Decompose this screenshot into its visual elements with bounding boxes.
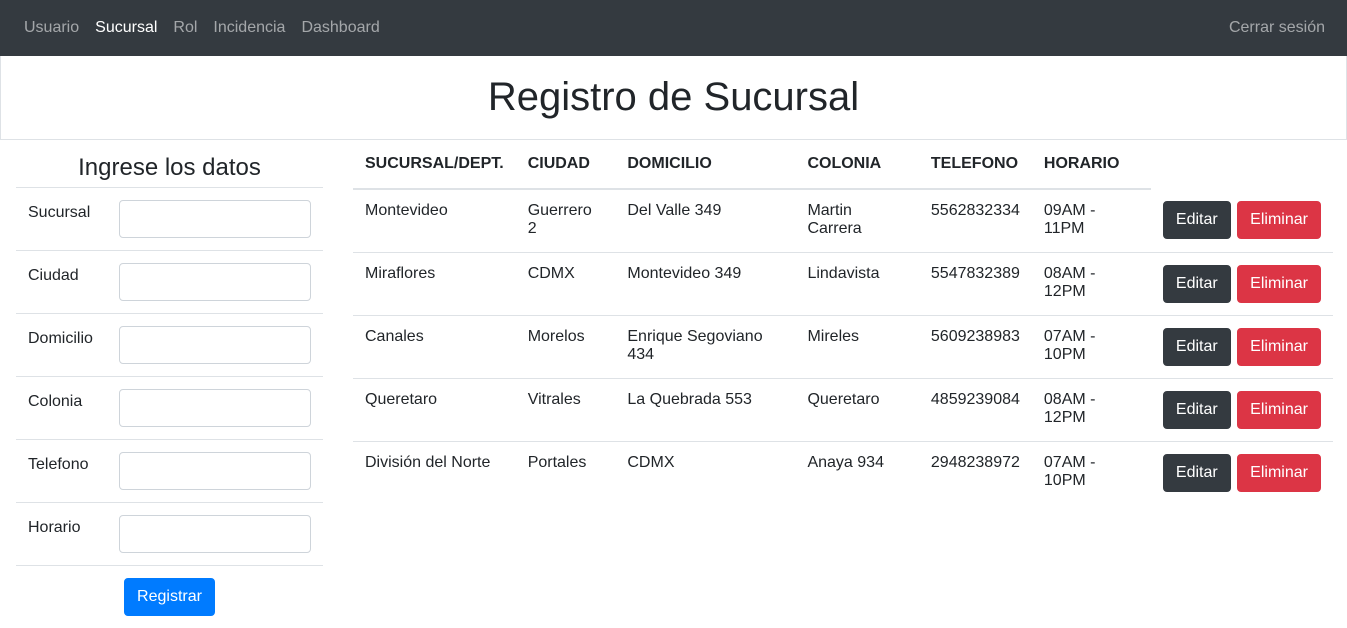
table-header-row: SUCURSAL/DEPT. CIUDAD DOMICILIO COLONIA … xyxy=(353,140,1333,190)
cell-domicilio: Enrique Segoviano 434 xyxy=(615,315,796,379)
sucursal-input[interactable] xyxy=(119,200,311,238)
cell-horario: 09AM - 11PM xyxy=(1031,189,1151,253)
cell-actions: Editar Eliminar xyxy=(1150,378,1333,442)
cell-ciudad: CDMX xyxy=(515,252,616,316)
cell-telefono: 5547832389 xyxy=(918,252,1032,316)
cell-sucursal: Canales xyxy=(353,315,516,379)
col-header-telefono: TELEFONO xyxy=(918,140,1032,190)
nav-link-incidencia[interactable]: Incidencia xyxy=(213,19,285,37)
cell-telefono: 2948238972 xyxy=(930,453,1020,471)
cell-colonia: Mireles xyxy=(795,315,919,379)
colonia-label: Colonia xyxy=(28,393,83,410)
main-content: Ingrese los datos Sucursal Ciudad Domici… xyxy=(0,140,1347,616)
cell-telefono: 5562832334 xyxy=(918,189,1032,253)
cell-horario: 07AM - 10PM xyxy=(1031,315,1151,379)
cell-domicilio: Del Valle 349 xyxy=(615,189,796,253)
nav-link-dashboard[interactable]: Dashboard xyxy=(301,19,379,37)
cell-domicilio: CDMX xyxy=(627,453,675,471)
table-row: División del Norte Portales CDMX Anaya 9… xyxy=(353,441,1333,504)
table-row: Montevideo Guerrero 2 Del Valle 349 Mart… xyxy=(353,189,1333,253)
edit-button[interactable]: Editar xyxy=(1162,201,1231,239)
form-row-domicilio: Domicilio xyxy=(16,314,323,377)
delete-button[interactable]: Eliminar xyxy=(1237,264,1321,303)
page-title: Registro de Sucursal xyxy=(487,75,860,119)
cell-colonia: Anaya 934 xyxy=(807,453,884,471)
table-row: Miraflores CDMX Montevideo 349 Lindavist… xyxy=(353,252,1333,316)
horario-label: Horario xyxy=(28,519,81,536)
col-header-actions xyxy=(1151,140,1333,189)
form-row-ciudad: Ciudad xyxy=(16,251,323,314)
cell-ciudad: Portales xyxy=(527,453,587,471)
telefono-label: Telefono xyxy=(28,456,89,473)
col-header-ciudad: CIUDAD xyxy=(515,140,616,190)
cell-sucursal: Montevideo xyxy=(353,189,516,253)
ciudad-label: Ciudad xyxy=(28,267,79,284)
edit-button[interactable]: Editar xyxy=(1162,453,1231,492)
cell-actions: Editar Eliminar xyxy=(1150,315,1333,379)
logout-link[interactable]: Cerrar sesión xyxy=(1229,19,1325,37)
delete-button[interactable]: Eliminar xyxy=(1237,201,1321,239)
colonia-input[interactable] xyxy=(119,389,311,427)
edit-button[interactable]: Editar xyxy=(1162,327,1231,366)
domicilio-label: Domicilio xyxy=(28,330,93,347)
delete-button[interactable]: Eliminar xyxy=(1237,453,1321,492)
sucursal-table: SUCURSAL/DEPT. CIUDAD DOMICILIO COLONIA … xyxy=(353,140,1333,504)
cell-actions: Editar Eliminar xyxy=(1151,441,1333,504)
col-header-domicilio: DOMICILIO xyxy=(615,140,796,190)
form-row-telefono: Telefono xyxy=(16,440,323,503)
cell-colonia: Martin Carrera xyxy=(795,189,919,253)
delete-button[interactable]: Eliminar xyxy=(1237,327,1321,366)
form-row-horario: Horario xyxy=(16,503,323,566)
cell-actions: Editar Eliminar xyxy=(1150,189,1333,253)
col-header-colonia: COLONIA xyxy=(795,140,919,190)
table-row: Queretaro Vitrales La Quebrada 553 Quere… xyxy=(353,378,1333,442)
telefono-input[interactable] xyxy=(119,452,311,490)
cell-domicilio: Montevideo 349 xyxy=(615,252,796,316)
register-button[interactable]: Registrar xyxy=(124,578,215,616)
edit-button[interactable]: Editar xyxy=(1162,264,1231,303)
cell-colonia: Lindavista xyxy=(795,252,919,316)
registration-form: Ingrese los datos Sucursal Ciudad Domici… xyxy=(16,140,323,616)
cell-ciudad: Vitrales xyxy=(515,378,616,442)
cell-ciudad: Guerrero 2 xyxy=(515,189,616,253)
col-header-horario: HORARIO xyxy=(1031,140,1151,190)
sucursal-label: Sucursal xyxy=(28,204,91,221)
cell-colonia: Queretaro xyxy=(795,378,919,442)
cell-sucursal: Miraflores xyxy=(353,252,516,316)
form-row-colonia: Colonia xyxy=(16,377,323,440)
cell-telefono: 5609238983 xyxy=(918,315,1032,379)
delete-button[interactable]: Eliminar xyxy=(1237,390,1321,429)
cell-horario: 07AM - 10PM xyxy=(1043,453,1096,489)
top-navbar: Usuario Sucursal Rol Incidencia Dashboar… xyxy=(0,0,1347,56)
form-submit-wrap: Registrar xyxy=(16,566,323,616)
nav-link-sucursal[interactable]: Sucursal xyxy=(95,19,157,37)
cell-sucursal: División del Norte xyxy=(365,453,491,471)
nav-links: Usuario Sucursal Rol Incidencia Dashboar… xyxy=(24,19,380,37)
cell-actions: Editar Eliminar xyxy=(1150,252,1333,316)
cell-domicilio: La Quebrada 553 xyxy=(615,378,796,442)
form-row-sucursal: Sucursal xyxy=(16,188,323,251)
ciudad-input[interactable] xyxy=(119,263,311,301)
cell-horario: 08AM - 12PM xyxy=(1031,252,1151,316)
nav-link-usuario[interactable]: Usuario xyxy=(24,19,79,37)
cell-horario: 08AM - 12PM xyxy=(1031,378,1151,442)
horario-input[interactable] xyxy=(119,515,311,553)
page-header: Registro de Sucursal xyxy=(0,56,1347,140)
sucursal-table-section: SUCURSAL/DEPT. CIUDAD DOMICILIO COLONIA … xyxy=(353,140,1333,616)
nav-link-rol[interactable]: Rol xyxy=(173,19,197,37)
domicilio-input[interactable] xyxy=(119,326,311,364)
edit-button[interactable]: Editar xyxy=(1162,390,1231,429)
cell-ciudad: Morelos xyxy=(515,315,616,379)
col-header-sucursal: SUCURSAL/DEPT. xyxy=(353,140,516,190)
cell-sucursal: Queretaro xyxy=(353,378,516,442)
table-row: Canales Morelos Enrique Segoviano 434 Mi… xyxy=(353,315,1333,379)
form-title: Ingrese los datos xyxy=(16,140,323,188)
cell-telefono: 4859239084 xyxy=(918,378,1032,442)
